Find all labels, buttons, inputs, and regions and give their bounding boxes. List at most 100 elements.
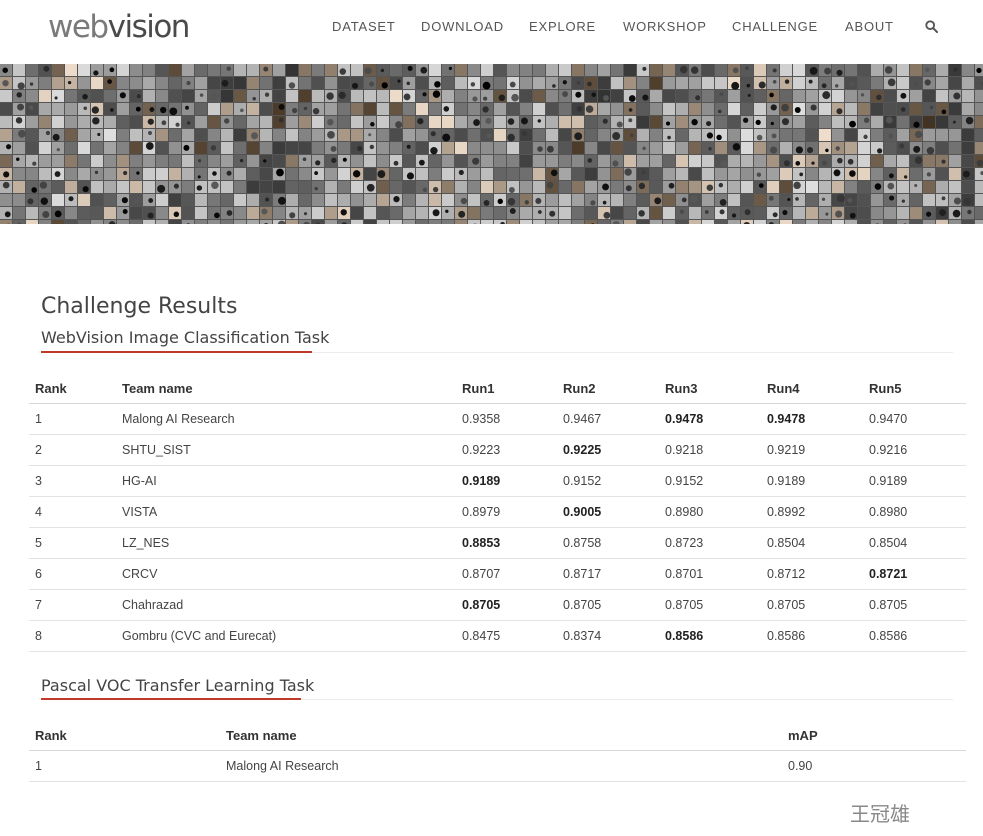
mosaic-tile-detail xyxy=(265,197,270,202)
mosaic-tile xyxy=(377,90,389,102)
mosaic-tile xyxy=(598,168,610,180)
mosaic-tile xyxy=(793,64,805,76)
nav-dataset[interactable]: DATASET xyxy=(332,19,396,34)
mosaic-tile-detail xyxy=(397,79,401,83)
section-title-underline xyxy=(41,698,301,700)
mosaic-tile xyxy=(39,168,51,180)
mosaic-tile xyxy=(117,181,129,193)
mosaic-tile xyxy=(416,90,428,102)
mosaic-tile xyxy=(52,103,64,115)
mosaic-tile xyxy=(689,220,701,224)
mosaic-tile xyxy=(494,168,506,180)
mosaic-tile xyxy=(130,129,142,141)
mosaic-tile xyxy=(832,181,844,193)
mosaic-tile xyxy=(520,103,532,115)
mosaic-tile xyxy=(338,116,350,128)
mosaic-tile-detail xyxy=(209,92,218,101)
mosaic-tile xyxy=(195,77,207,89)
mosaic-tile xyxy=(117,220,129,224)
nav-workshop[interactable]: WORKSHOP xyxy=(623,19,707,34)
mosaic-tile-detail xyxy=(603,211,611,219)
mosaic-tile xyxy=(689,142,701,154)
mosaic-tile xyxy=(234,194,246,206)
mosaic-tile-detail xyxy=(795,197,799,201)
table-row: 1 Malong AI Research 0.9358 0.9467 0.9478 0.9… xyxy=(29,403,966,435)
mosaic-tile xyxy=(234,116,246,128)
mosaic-tile xyxy=(663,207,675,219)
mosaic-tile xyxy=(741,155,753,167)
nav-challenge[interactable]: CHALLENGE xyxy=(732,19,818,34)
mosaic-tile-detail xyxy=(913,145,921,153)
mosaic-tile xyxy=(208,129,220,141)
mosaic-tile xyxy=(234,181,246,193)
mosaic-tile-detail xyxy=(29,82,34,86)
mosaic-tile-detail xyxy=(485,117,492,125)
mosaic-tile xyxy=(442,194,454,206)
mosaic-tile xyxy=(169,194,181,206)
mosaic-tile xyxy=(533,155,545,167)
run-score-cell: 0.8712 xyxy=(761,558,863,590)
mosaic-tile xyxy=(637,103,649,115)
mosaic-tile-detail xyxy=(863,117,870,124)
mosaic-tile-detail xyxy=(393,160,399,166)
mosaic-tile-detail xyxy=(210,145,217,151)
mosaic-tile xyxy=(247,194,259,206)
mosaic-tile xyxy=(663,220,675,224)
mosaic-tile xyxy=(533,90,545,102)
mosaic-tile xyxy=(780,142,792,154)
mosaic-tile-detail xyxy=(849,120,856,128)
mosaic-tile-detail xyxy=(221,79,229,87)
mosaic-tile-detail xyxy=(603,95,609,101)
mosaic-tile xyxy=(481,181,493,193)
mosaic-tile-detail xyxy=(278,196,286,205)
mosaic-tile xyxy=(156,129,168,141)
mosaic-tile xyxy=(845,103,857,115)
run-score-cell: 0.8705 xyxy=(761,589,863,621)
mosaic-tile xyxy=(351,220,363,224)
column-header: Run2 xyxy=(557,373,659,404)
mosaic-tile-detail xyxy=(587,158,593,163)
mosaic-tile xyxy=(130,155,142,167)
mosaic-tile xyxy=(312,64,324,76)
mosaic-tile-detail xyxy=(18,129,26,138)
mosaic-tile-detail xyxy=(2,181,10,189)
mosaic-tile-detail xyxy=(642,66,647,71)
mosaic-tile-detail xyxy=(585,105,594,113)
mosaic-tile-detail xyxy=(706,184,714,191)
mosaic-tile xyxy=(416,142,428,154)
mosaic-tile xyxy=(39,90,51,102)
mosaic-tile-detail xyxy=(136,171,140,175)
mosaic-tile-detail xyxy=(183,144,190,151)
run-score-cell: 0.8705 xyxy=(659,589,761,621)
mosaic-tile xyxy=(676,168,688,180)
mosaic-tile xyxy=(156,194,168,206)
mosaic-tile xyxy=(273,155,285,167)
mosaic-tile-detail xyxy=(965,116,974,125)
mosaic-tile xyxy=(793,129,805,141)
mosaic-tile-detail xyxy=(82,186,89,193)
search-icon[interactable] xyxy=(925,20,938,33)
mosaic-tile xyxy=(598,129,610,141)
nav-download[interactable]: DOWNLOAD xyxy=(421,19,504,34)
nav-explore[interactable]: EXPLORE xyxy=(529,19,596,34)
mosaic-tile xyxy=(364,194,376,206)
mosaic-tile xyxy=(117,155,129,167)
mosaic-tile-detail xyxy=(887,78,896,87)
mosaic-tile-detail xyxy=(847,197,853,203)
mosaic-tile xyxy=(78,129,90,141)
mosaic-tile xyxy=(780,90,792,102)
mosaic-tile xyxy=(936,142,948,154)
mosaic-tile-detail xyxy=(91,106,100,114)
table-row: 5 LZ_NES 0.8853 0.8758 0.8723 0.8504 0.8504 xyxy=(29,527,966,559)
mosaic-tile xyxy=(975,220,983,224)
nav-about[interactable]: ABOUT xyxy=(845,19,894,34)
mosaic-tile xyxy=(208,103,220,115)
mosaic-tile xyxy=(221,142,233,154)
mosaic-tile xyxy=(91,207,103,219)
mosaic-tile xyxy=(546,220,558,224)
mosaic-tile xyxy=(260,103,272,115)
mosaic-tile xyxy=(416,77,428,89)
mosaic-tile xyxy=(299,77,311,89)
mosaic-tile-detail xyxy=(860,93,865,97)
run-score-cell: 0.9152 xyxy=(659,465,761,497)
